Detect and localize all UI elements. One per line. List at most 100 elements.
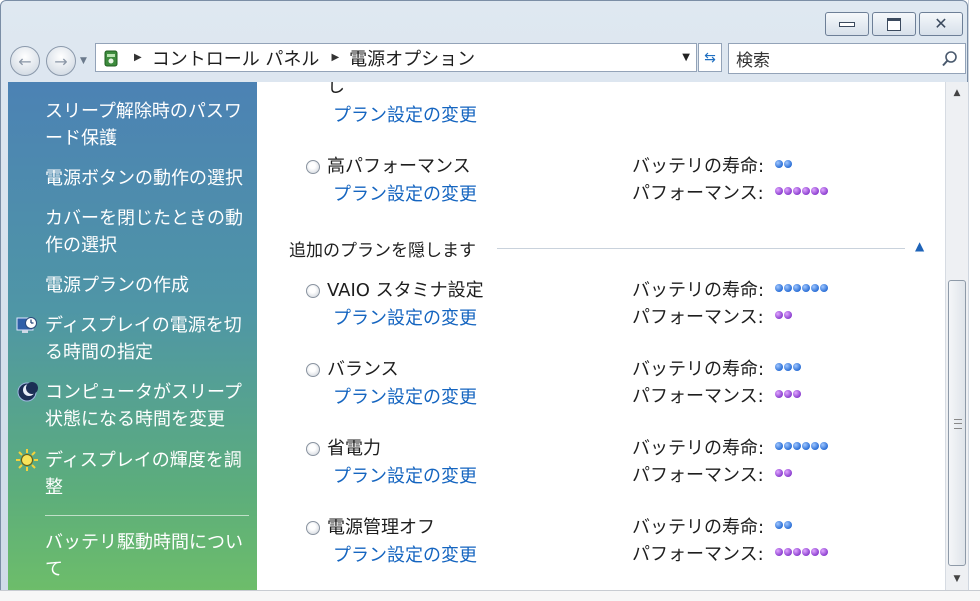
task-pane: スリープ解除時のパスワード保護 電源ボタンの動作の選択 カバーを閉じたときの動作…	[8, 82, 257, 590]
battery-dot	[802, 442, 810, 450]
battery-dot	[811, 442, 819, 450]
sidebar-divider	[45, 515, 249, 516]
change-plan-settings-link[interactable]: プラン設定の変更	[333, 180, 477, 206]
group-divider	[497, 248, 905, 249]
scroll-up-arrow-icon[interactable]: ▲	[946, 84, 968, 102]
performance-label: パフォーマンス:	[632, 183, 764, 204]
close-button[interactable]: ✕	[919, 12, 963, 36]
performance-dot	[784, 469, 792, 477]
performance-meter	[775, 548, 828, 556]
back-button[interactable]: ←	[10, 46, 40, 76]
change-plan-settings-link[interactable]: プラン設定の変更	[333, 462, 477, 488]
performance-dot	[820, 187, 828, 195]
minimize-icon	[839, 21, 855, 27]
battery-dot	[784, 284, 792, 292]
plan-radio-power-saver[interactable]	[306, 442, 320, 456]
sidebar-item-power-button[interactable]: 電源ボタンの動作の選択	[45, 165, 250, 192]
performance-label: パフォーマンス:	[632, 544, 764, 565]
performance-dot	[784, 548, 792, 556]
performance-dot	[820, 548, 828, 556]
back-arrow-icon: ←	[18, 51, 32, 71]
close-icon: ✕	[934, 14, 948, 33]
sidebar-item-lid-close[interactable]: カバーを閉じたときの動作の選択	[45, 205, 250, 259]
performance-meter	[775, 187, 828, 195]
control-panel-icon	[100, 47, 122, 69]
address-bar[interactable]: ▶ コントロール パネル ▶ 電源オプション ▼	[95, 43, 697, 72]
plan-name: 省電力	[327, 438, 381, 459]
performance-dot	[802, 187, 810, 195]
change-plan-settings-link[interactable]: プラン設定の変更	[333, 541, 477, 567]
plan-radio-high-performance[interactable]	[306, 160, 320, 174]
scrollbar-thumb[interactable]	[948, 280, 966, 566]
performance-dot	[793, 548, 801, 556]
sidebar-item-create-plan[interactable]: 電源プランの作成	[45, 272, 250, 299]
performance-meter	[775, 390, 801, 398]
breadcrumb-separator-icon[interactable]: ▶	[134, 52, 142, 63]
recent-pages-dropdown[interactable]: ▼	[80, 56, 87, 66]
change-plan-settings-link[interactable]: プラン設定の変更	[333, 383, 477, 409]
performance-meter	[775, 469, 792, 477]
performance-dot	[811, 548, 819, 556]
search-placeholder: 検索	[736, 51, 770, 71]
plan-radio-balanced[interactable]	[306, 363, 320, 377]
battery-dot	[802, 284, 810, 292]
truncated-text: し	[327, 82, 345, 97]
battery-dot	[784, 160, 792, 168]
change-plan-settings-link[interactable]: プラン設定の変更	[333, 304, 477, 330]
sidebar-item-sleep-time[interactable]: コンピュータがスリープ状態になる時間を変更	[45, 379, 250, 433]
breadcrumb-power-options[interactable]: 電源オプション	[349, 45, 475, 71]
monitor-clock-icon	[16, 315, 38, 337]
performance-dot	[811, 187, 819, 195]
battery-life-meter	[775, 442, 828, 450]
performance-dot	[784, 187, 792, 195]
refresh-icon: ⇆	[704, 49, 716, 66]
search-box[interactable]: 検索	[728, 43, 966, 74]
breadcrumb-control-panel[interactable]: コントロール パネル	[152, 45, 320, 71]
sidebar-item-display-off-time[interactable]: ディスプレイの電源を切る時間の指定	[45, 312, 250, 366]
battery-dot	[775, 521, 783, 529]
moon-icon	[16, 381, 38, 403]
battery-life-label: バッテリの寿命:	[632, 359, 765, 380]
performance-dot	[793, 187, 801, 195]
minimize-button[interactable]	[825, 12, 869, 36]
performance-dot	[775, 548, 783, 556]
sidebar-item-brightness[interactable]: ディスプレイの輝度を調整	[45, 447, 250, 501]
plan-name: バランス	[327, 359, 399, 380]
battery-dot	[775, 160, 783, 168]
battery-life-label: バッテリの寿命:	[632, 156, 765, 177]
battery-dot	[784, 363, 792, 371]
performance-dot	[775, 390, 783, 398]
collapse-icon[interactable]: ▲	[915, 239, 924, 253]
scroll-down-arrow-icon[interactable]: ▼	[946, 570, 968, 588]
battery-dot	[793, 363, 801, 371]
performance-dot	[784, 311, 792, 319]
battery-life-label: バッテリの寿命:	[632, 280, 765, 301]
address-dropdown-icon[interactable]: ▼	[682, 52, 690, 63]
plan-radio-power-management-off[interactable]	[306, 521, 320, 535]
performance-dot	[775, 311, 783, 319]
performance-meter	[775, 311, 792, 319]
battery-dot	[775, 284, 783, 292]
breadcrumb-separator-icon[interactable]: ▶	[331, 52, 339, 63]
additional-plans-header[interactable]: 追加のプランを隠します	[289, 236, 476, 261]
search-icon[interactable]	[941, 50, 959, 68]
battery-dot	[793, 442, 801, 450]
performance-label: パフォーマンス:	[632, 386, 764, 407]
performance-dot	[775, 469, 783, 477]
performance-dot	[793, 390, 801, 398]
brightness-sun-icon	[16, 449, 38, 471]
maximize-button[interactable]	[872, 12, 916, 36]
vertical-scrollbar[interactable]: ▲ ▼	[945, 82, 968, 590]
battery-life-meter	[775, 160, 792, 168]
sidebar-item-battery-time[interactable]: バッテリ駆動時間につい て	[45, 529, 250, 583]
battery-dot	[820, 284, 828, 292]
change-plan-settings-link[interactable]: プラン設定の変更	[333, 101, 477, 127]
battery-life-meter	[775, 521, 792, 529]
battery-dot	[793, 284, 801, 292]
plan-radio-vaio-stamina[interactable]	[306, 284, 320, 298]
sidebar-item-wake-password[interactable]: スリープ解除時のパスワード保護	[45, 98, 250, 152]
forward-button[interactable]: →	[46, 46, 76, 76]
refresh-button[interactable]: ⇆	[698, 43, 722, 72]
battery-dot	[820, 442, 828, 450]
grip-icon	[954, 419, 962, 429]
